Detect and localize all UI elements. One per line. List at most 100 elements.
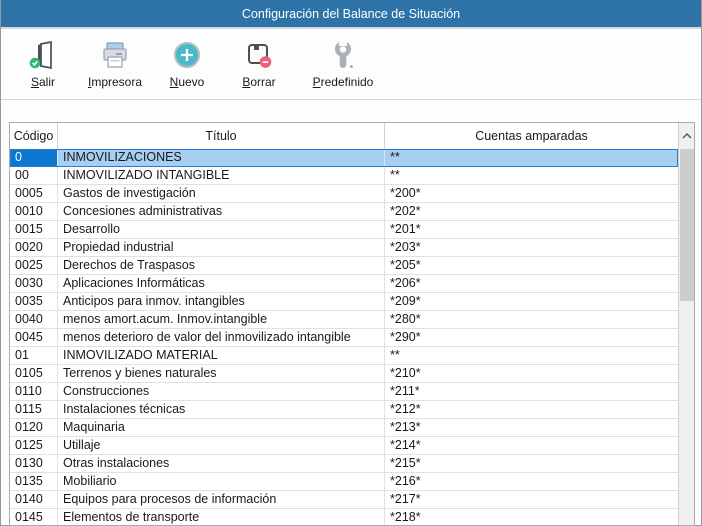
cell-titulo: Anticipos para inmov. intangibles <box>58 293 385 311</box>
cell-codigo: 0110 <box>10 383 58 401</box>
cell-cuentas: *203* <box>385 239 678 257</box>
cell-codigo: 01 <box>10 347 58 365</box>
cell-cuentas: *205* <box>385 257 678 275</box>
cell-titulo: Concesiones administrativas <box>58 203 385 221</box>
cell-codigo: 0030 <box>10 275 58 293</box>
salir-label: Salir <box>31 75 55 89</box>
table-row[interactable]: 0INMOVILIZACIONES** <box>10 149 678 167</box>
cell-codigo: 0115 <box>10 401 58 419</box>
cell-cuentas: *201* <box>385 221 678 239</box>
cell-titulo: Mobiliario <box>58 473 385 491</box>
table-row[interactable]: 0025Derechos de Traspasos*205* <box>10 257 678 275</box>
wrench-icon <box>327 38 359 72</box>
config-balance-window: Configuración del Balance de Situación S… <box>0 0 702 526</box>
cell-codigo: 0045 <box>10 329 58 347</box>
cell-codigo: 0020 <box>10 239 58 257</box>
table-row[interactable]: 0130Otras instalaciones*215* <box>10 455 678 473</box>
cell-cuentas: *216* <box>385 473 678 491</box>
cell-titulo: menos deterioro de valor del inmovilizad… <box>58 329 385 347</box>
cell-cuentas: *210* <box>385 365 678 383</box>
table-row[interactable]: 00INMOVILIZADO INTANGIBLE** <box>10 167 678 185</box>
accounts-grid: Código Título Cuentas amparadas 0INMOVIL… <box>9 122 695 526</box>
cell-titulo: menos amort.acum. Inmov.intangible <box>58 311 385 329</box>
impresora-button[interactable]: Impresora <box>79 38 151 89</box>
cell-codigo: 0035 <box>10 293 58 311</box>
cell-cuentas: *209* <box>385 293 678 311</box>
scrollbar-thumb[interactable] <box>680 149 694 301</box>
borrar-label: Borrar <box>242 75 275 89</box>
cell-codigo: 00 <box>10 167 58 185</box>
cell-titulo: Propiedad industrial <box>58 239 385 257</box>
scroll-up-button[interactable] <box>679 123 694 148</box>
cell-titulo: INMOVILIZADO MATERIAL <box>58 347 385 365</box>
nuevo-button[interactable]: Nuevo <box>151 38 223 89</box>
cell-codigo: 0125 <box>10 437 58 455</box>
cell-titulo: Equipos para procesos de información <box>58 491 385 509</box>
cell-titulo: Desarrollo <box>58 221 385 239</box>
cell-cuentas: ** <box>385 347 678 365</box>
table-row[interactable]: 0140Equipos para procesos de información… <box>10 491 678 509</box>
cell-codigo: 0005 <box>10 185 58 203</box>
cell-titulo: Construcciones <box>58 383 385 401</box>
table-row[interactable]: 0015Desarrollo*201* <box>10 221 678 239</box>
exit-door-check-icon <box>27 38 59 72</box>
table-row[interactable]: 0040menos amort.acum. Inmov.intangible*2… <box>10 311 678 329</box>
predefinido-label: Predefinido <box>313 75 374 89</box>
table-row[interactable]: 0120Maquinaria*213* <box>10 419 678 437</box>
table-row[interactable]: 0005Gastos de investigación*200* <box>10 185 678 203</box>
cell-codigo: 0145 <box>10 509 58 525</box>
cell-cuentas: *280* <box>385 311 678 329</box>
cell-titulo: Maquinaria <box>58 419 385 437</box>
cell-titulo: Instalaciones técnicas <box>58 401 385 419</box>
titlebar[interactable]: Configuración del Balance de Situación <box>1 0 701 29</box>
table-row[interactable]: 0115Instalaciones técnicas*212* <box>10 401 678 419</box>
table-row[interactable]: 0035Anticipos para inmov. intangibles*20… <box>10 293 678 311</box>
table-row[interactable]: 0020Propiedad industrial*203* <box>10 239 678 257</box>
salir-button[interactable]: Salir <box>7 38 79 89</box>
cell-codigo: 0140 <box>10 491 58 509</box>
cell-cuentas: *211* <box>385 383 678 401</box>
cell-titulo: Terrenos y bienes naturales <box>58 365 385 383</box>
table-row[interactable]: 0145Elementos de transporte*218* <box>10 509 678 525</box>
cell-cuentas: *290* <box>385 329 678 347</box>
cell-codigo: 0 <box>10 149 58 167</box>
cell-codigo: 0135 <box>10 473 58 491</box>
cell-codigo: 0105 <box>10 365 58 383</box>
toolbar: Salir Impresora Nuevo <box>1 29 701 100</box>
cell-cuentas: ** <box>385 167 678 185</box>
window-title: Configuración del Balance de Situación <box>242 7 460 21</box>
cell-cuentas: ** <box>385 149 678 167</box>
chevron-up-icon <box>682 133 692 139</box>
column-header-titulo: Título <box>58 123 385 149</box>
cell-cuentas: *214* <box>385 437 678 455</box>
predefinido-button[interactable]: Predefinido <box>295 38 391 89</box>
table-row[interactable]: 01INMOVILIZADO MATERIAL** <box>10 347 678 365</box>
table-row[interactable]: 0105Terrenos y bienes naturales*210* <box>10 365 678 383</box>
cell-codigo: 0025 <box>10 257 58 275</box>
cell-titulo: Otras instalaciones <box>58 455 385 473</box>
column-header-cuentas: Cuentas amparadas <box>385 123 678 149</box>
cell-titulo: Gastos de investigación <box>58 185 385 203</box>
borrar-button[interactable]: Borrar <box>223 38 295 89</box>
cell-titulo: Aplicaciones Informáticas <box>58 275 385 293</box>
table-row[interactable]: 0110Construcciones*211* <box>10 383 678 401</box>
table-row[interactable]: 0125Utillaje*214* <box>10 437 678 455</box>
vertical-scrollbar[interactable] <box>678 123 694 525</box>
cell-titulo: INMOVILIZADO INTANGIBLE <box>58 167 385 185</box>
table-row[interactable]: 0030Aplicaciones Informáticas*206* <box>10 275 678 293</box>
cell-cuentas: *218* <box>385 509 678 525</box>
cell-cuentas: *206* <box>385 275 678 293</box>
delete-box-minus-icon <box>243 38 275 72</box>
nuevo-label: Nuevo <box>170 75 205 89</box>
cell-cuentas: *213* <box>385 419 678 437</box>
cell-titulo: Derechos de Traspasos <box>58 257 385 275</box>
table-row[interactable]: 0135Mobiliario*216* <box>10 473 678 491</box>
table-body: 0INMOVILIZACIONES**00INMOVILIZADO INTANG… <box>10 149 678 525</box>
cell-cuentas: *217* <box>385 491 678 509</box>
impresora-label: Impresora <box>88 75 142 89</box>
cell-codigo: 0130 <box>10 455 58 473</box>
cell-codigo: 0015 <box>10 221 58 239</box>
table-row[interactable]: 0010Concesiones administrativas*202* <box>10 203 678 221</box>
cell-cuentas: *200* <box>385 185 678 203</box>
table-row[interactable]: 0045menos deterioro de valor del inmovil… <box>10 329 678 347</box>
